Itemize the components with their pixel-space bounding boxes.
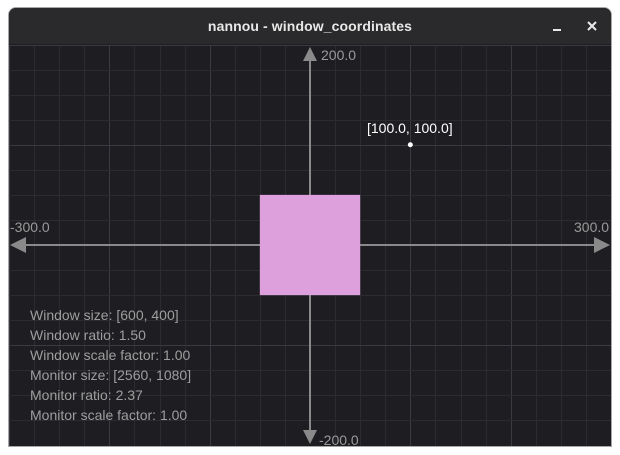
close-button[interactable] <box>580 14 604 38</box>
window-title: nannou - window_coordinates <box>207 18 413 34</box>
info-monitor-scale-factor: Monitor scale factor: 1.00 <box>30 407 188 423</box>
app-window: nannou - window_coordinates 200.0 -200.0… <box>9 8 611 446</box>
center-rectangle <box>259 194 361 296</box>
y-axis-min-label: -200.0 <box>319 432 359 446</box>
close-icon <box>587 21 597 31</box>
x-axis-min-label: -300.0 <box>10 219 50 235</box>
point-coordinate-label: [100.0, 100.0] <box>367 120 453 136</box>
info-panel: Window size: [600, 400] Window ratio: 1.… <box>30 305 191 425</box>
info-window-ratio: Window ratio: 1.50 <box>30 327 146 343</box>
drawing-canvas[interactable]: 200.0 -200.0 -300.0 300.0 [100.0, 100.0]… <box>9 45 611 446</box>
y-axis-max-label: 200.0 <box>321 47 357 63</box>
minimize-button[interactable] <box>545 14 569 38</box>
point-marker <box>407 142 413 148</box>
minimize-icon <box>553 29 561 31</box>
info-monitor-ratio: Monitor ratio: 2.37 <box>30 387 143 403</box>
x-axis-max-label: 300.0 <box>574 219 610 235</box>
info-window-scale-factor: Window scale factor: 1.00 <box>30 347 191 363</box>
info-monitor-size: Monitor size: [2560, 1080] <box>30 367 192 383</box>
info-window-size: Window size: [600, 400] <box>30 307 179 323</box>
title-bar[interactable]: nannou - window_coordinates <box>9 8 611 44</box>
